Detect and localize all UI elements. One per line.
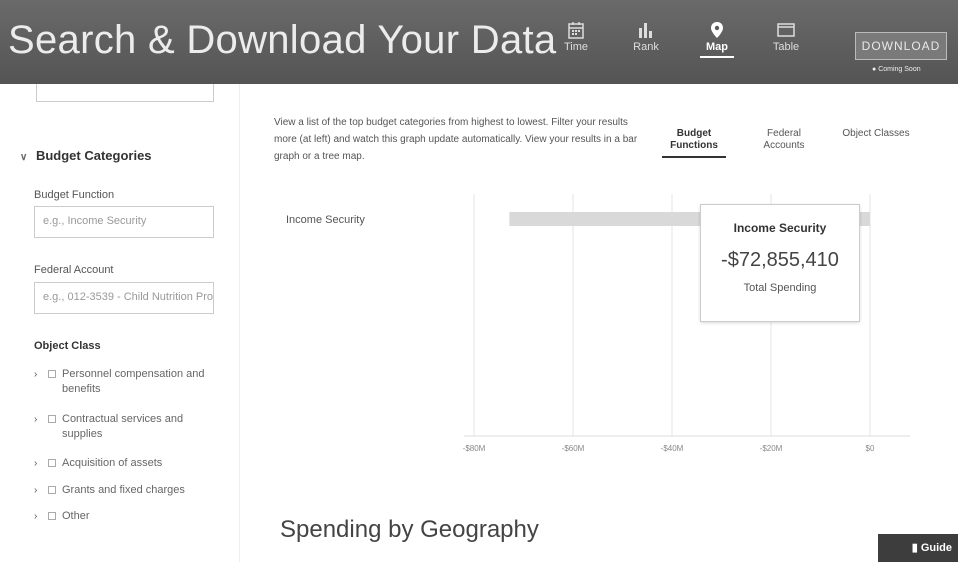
object-class-label: Other: [62, 510, 90, 522]
page-header: Search & Download Your Data Time Rank Ma…: [0, 0, 958, 84]
filter-sidebar: ∨ Budget Categories Budget Function e.g.…: [0, 84, 240, 562]
budget-function-input[interactable]: e.g., Income Security: [34, 206, 214, 238]
object-class-item[interactable]: › Contractual services and supplies: [34, 412, 224, 442]
info-icon: ●: [872, 66, 877, 73]
checkbox[interactable]: [48, 415, 56, 423]
object-class-item[interactable]: › Acquisition of assets: [34, 456, 224, 471]
chevron-right-icon[interactable]: ›: [34, 483, 37, 498]
checkbox[interactable]: [48, 512, 56, 520]
nav-rank[interactable]: Rank: [616, 0, 676, 84]
chevron-right-icon[interactable]: ›: [34, 509, 37, 524]
main-content: View a list of the top budget categories…: [240, 84, 958, 562]
nav-map-label: Map: [700, 41, 734, 58]
guide-button[interactable]: ▮ Guide: [878, 534, 958, 562]
object-class-label: Acquisition of assets: [62, 457, 163, 469]
chevron-right-icon[interactable]: ›: [34, 412, 37, 427]
object-class-label: Grants and fixed charges: [62, 484, 185, 496]
object-class-item[interactable]: › Other: [34, 509, 224, 524]
budget-categories-title: Budget Categories: [35, 148, 152, 163]
object-class-item[interactable]: › Personnel compensation and benefits: [34, 367, 224, 397]
x-tick-label: -$40M: [661, 444, 684, 453]
chevron-right-icon[interactable]: ›: [34, 456, 37, 471]
object-class-label: Contractual services and supplies: [62, 413, 184, 440]
bar-tooltip: Income Security -$72,855,410 Total Spend…: [700, 204, 860, 322]
download-button[interactable]: DOWNLOAD: [855, 32, 947, 60]
nav-rank-label: Rank: [633, 41, 659, 53]
tooltip-value: -$72,855,410: [721, 249, 839, 271]
guide-label: Guide: [920, 542, 952, 554]
object-class-label: Personnel compensation and benefits: [62, 368, 205, 395]
calendar-icon: [568, 22, 584, 39]
nav-table-label: Table: [772, 41, 800, 53]
federal-account-label: Federal Account: [34, 264, 114, 276]
chevron-right-icon[interactable]: ›: [34, 367, 37, 382]
checkbox[interactable]: [48, 459, 56, 467]
nav-table[interactable]: Table: [756, 0, 816, 84]
coming-soon-label: Coming Soon: [878, 66, 921, 73]
page-title: Search & Download Your Data: [8, 18, 557, 62]
map-pin-icon: [711, 22, 723, 38]
coming-soon-note: ● Coming Soon: [872, 66, 921, 73]
federal-account-input[interactable]: e.g., 012-3539 - Child Nutrition Progr: [34, 282, 214, 314]
chevron-down-icon: ∨: [20, 152, 28, 163]
object-class-title: Object Class: [34, 340, 101, 352]
nav-time-label: Time: [563, 41, 589, 53]
object-class-item[interactable]: › Grants and fixed charges: [34, 483, 224, 498]
budget-function-label: Budget Function: [34, 189, 115, 201]
x-tick-label: -$60M: [562, 444, 585, 453]
x-tick-label: -$80M: [463, 444, 486, 453]
checkbox[interactable]: [48, 486, 56, 494]
nav-map[interactable]: Map: [687, 0, 747, 84]
budget-categories-header[interactable]: ∨ Budget Categories: [20, 148, 152, 163]
tooltip-title: Income Security: [733, 221, 827, 235]
nav-time[interactable]: Time: [546, 0, 606, 84]
previous-filter-field[interactable]: [36, 84, 214, 102]
book-icon: ▮: [911, 542, 918, 554]
table-icon: [777, 23, 795, 37]
x-tick-label: -$20M: [760, 444, 783, 453]
checkbox[interactable]: [48, 370, 56, 378]
spending-bar-chart: -$80M -$60M -$40M -$20M $0: [463, 194, 910, 453]
section-title-geography: Spending by Geography: [280, 516, 539, 543]
tooltip-subtitle: Total Spending: [743, 282, 817, 294]
bar-chart-icon: [639, 23, 652, 38]
x-tick-label: $0: [866, 444, 875, 453]
